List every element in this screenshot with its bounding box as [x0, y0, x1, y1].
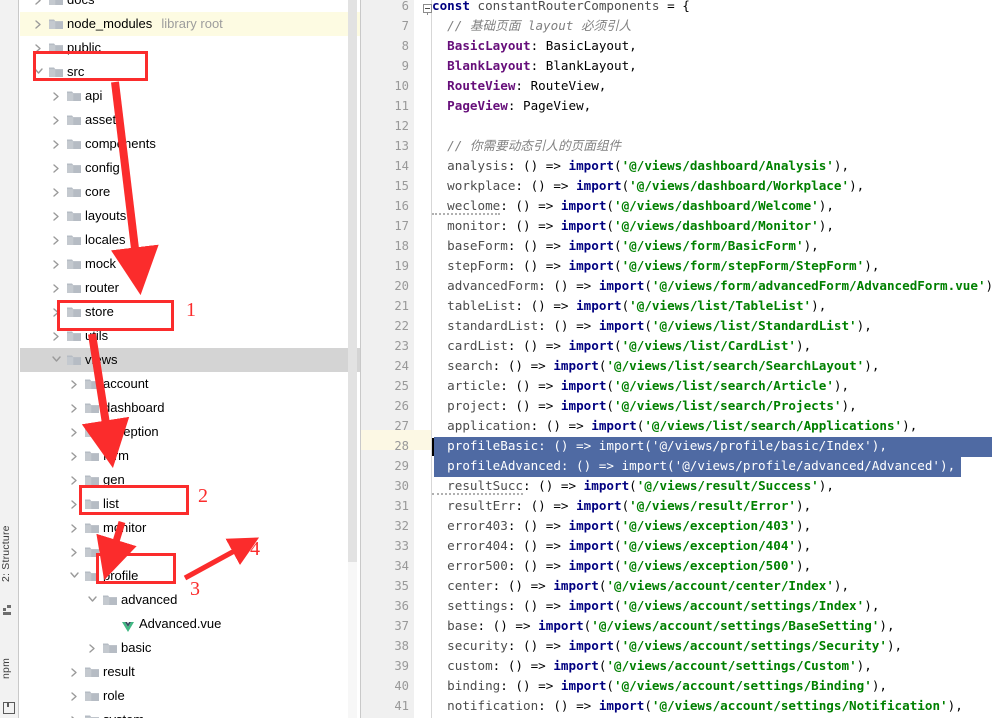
annotation-arrows	[81, 81, 260, 581]
ide-window: 2: Structure npm docsnode_moduleslibrary…	[0, 0, 992, 718]
